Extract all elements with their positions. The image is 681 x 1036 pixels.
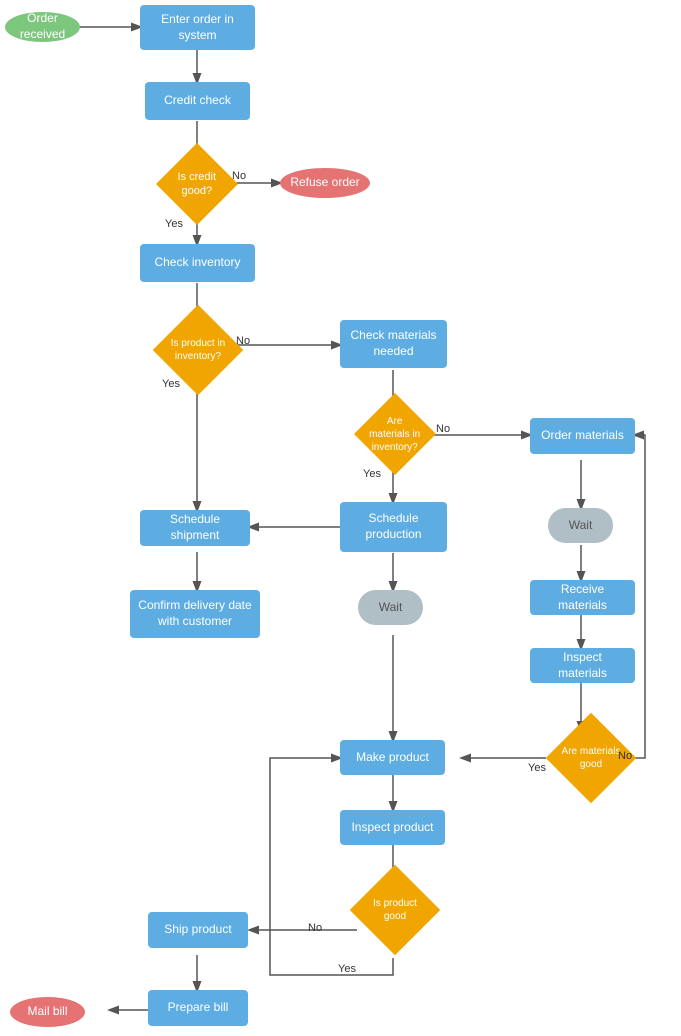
product-inv-yes-label: Yes [162, 378, 180, 390]
mail-bill-node: Mail bill [10, 997, 85, 1027]
confirm-delivery-node: Confirm delivery date with customer [130, 590, 260, 638]
materials-good-no-label: No [618, 750, 632, 762]
are-materials-in-inventory-node: Are materials in inventory? [350, 405, 440, 463]
inspect-product-node: Inspect product [340, 810, 445, 845]
check-materials-needed-node: Check materials needed [340, 320, 447, 368]
materials-inv-yes-label: Yes [363, 468, 381, 480]
enter-order-node: Enter order in system [140, 5, 255, 50]
check-inventory-node: Check inventory [140, 244, 255, 282]
order-received-node: Order received [5, 12, 80, 42]
credit-check-node: Credit check [145, 82, 250, 120]
receive-materials-node: Receive materials [530, 580, 635, 615]
is-credit-good-node: Is credit good? [152, 155, 242, 213]
is-product-in-inventory-node: Is product in inventory? [148, 318, 248, 382]
credit-yes-label: Yes [165, 218, 183, 230]
is-product-good-node: Is product good [350, 878, 440, 942]
order-materials-node: Order materials [530, 418, 635, 454]
product-good-no-label: No [308, 922, 322, 934]
inspect-materials-node: Inspect materials [530, 648, 635, 683]
credit-no-label: No [232, 170, 246, 182]
materials-good-yes-label: Yes [528, 762, 546, 774]
prepare-bill-node: Prepare bill [148, 990, 248, 1026]
flowchart: Order received Enter order in system Cre… [0, 0, 681, 1036]
materials-inv-no-label: No [436, 423, 450, 435]
schedule-shipment-node: Schedule shipment [140, 510, 250, 546]
wait2-node: Wait [358, 590, 423, 625]
schedule-production-node: Schedule production [340, 502, 447, 552]
product-good-yes-label: Yes [338, 963, 356, 975]
ship-product-node: Ship product [148, 912, 248, 948]
refuse-order-node: Refuse order [280, 168, 370, 198]
product-inv-no-label: No [236, 335, 250, 347]
wait1-node: Wait [548, 508, 613, 543]
make-product-node: Make product [340, 740, 445, 775]
